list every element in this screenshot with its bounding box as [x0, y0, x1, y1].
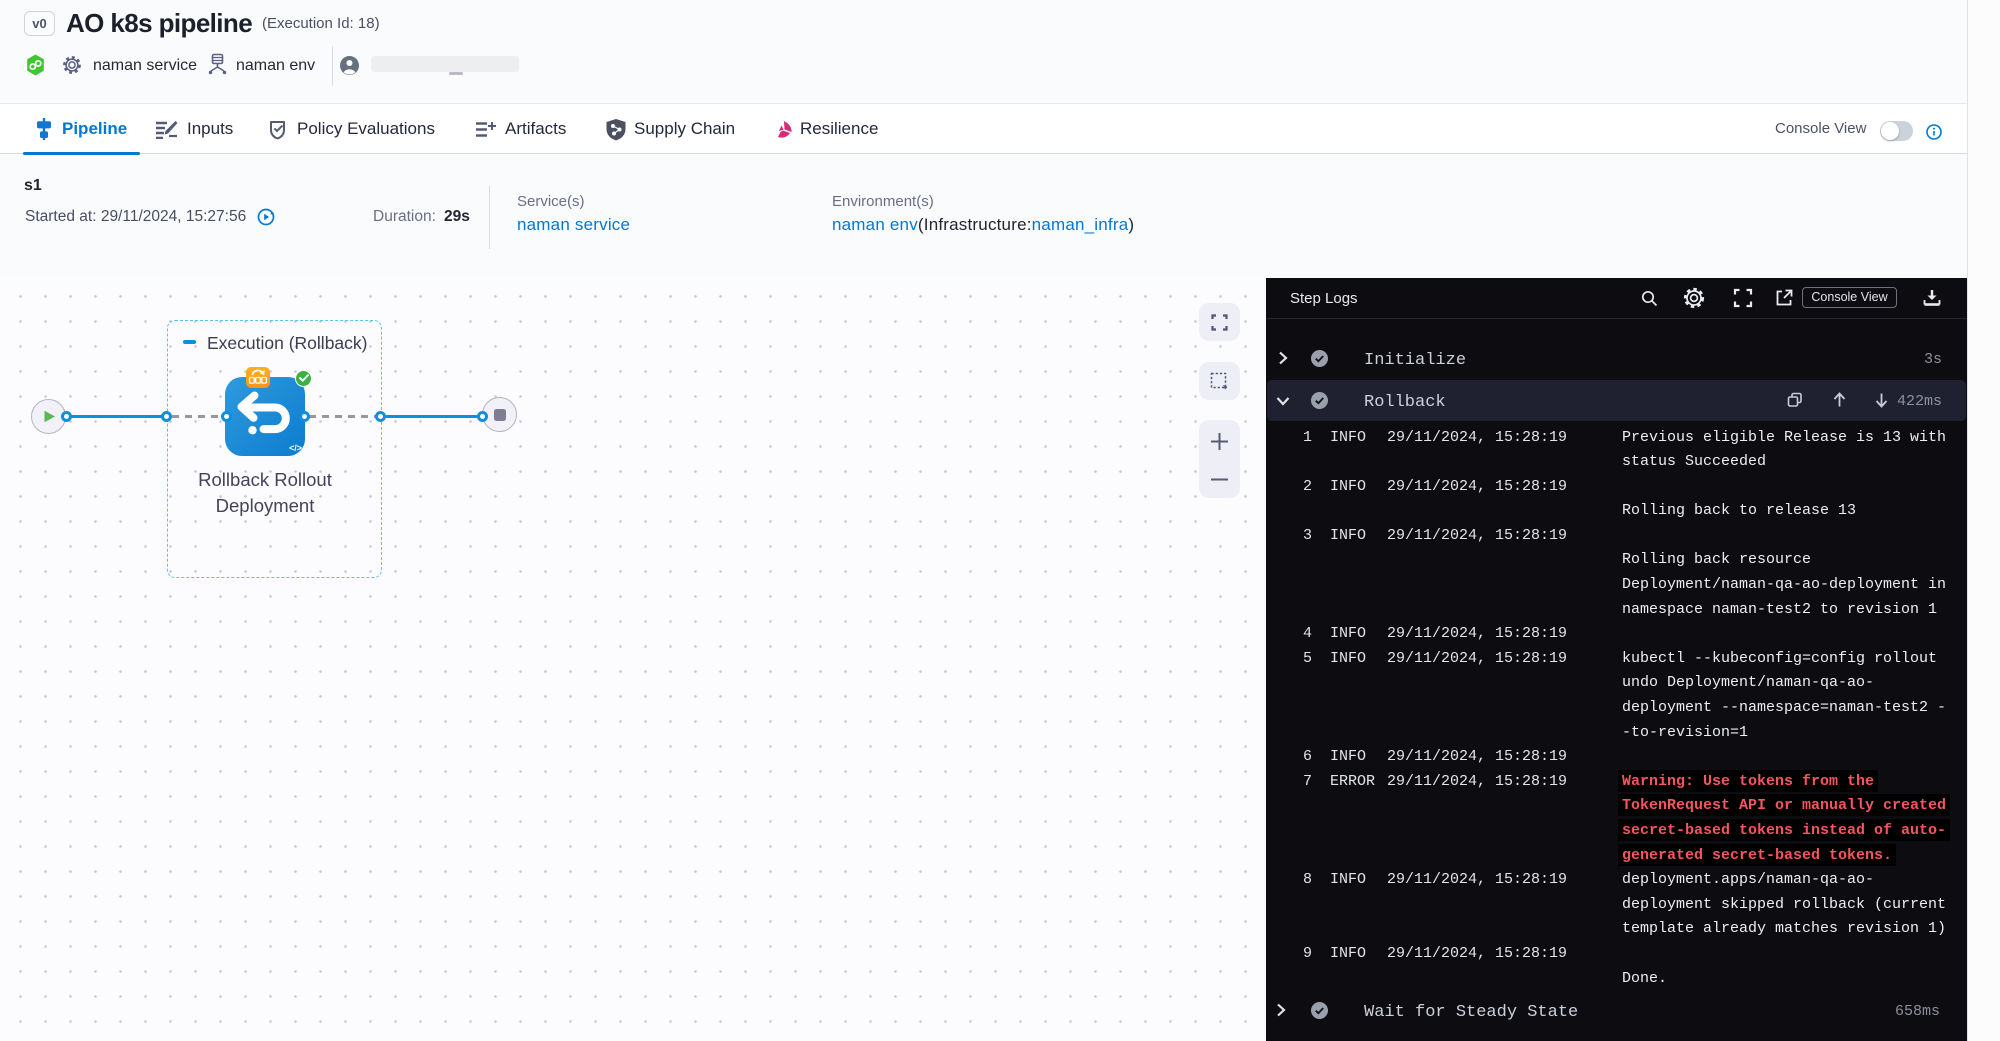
- svg-text:</>: </>: [289, 443, 302, 453]
